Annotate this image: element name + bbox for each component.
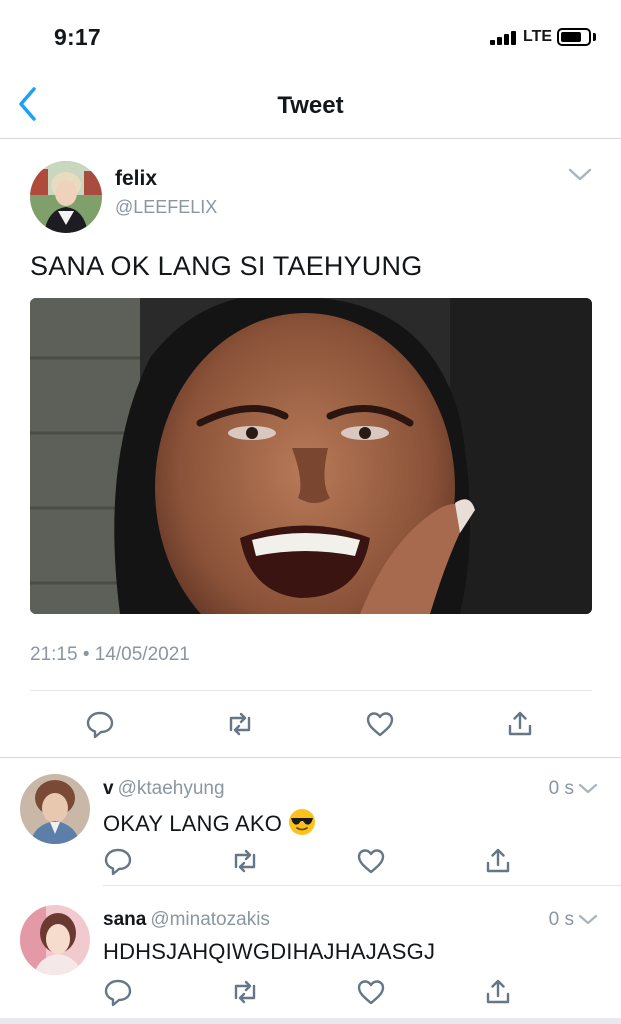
retweet-icon[interactable] xyxy=(223,707,257,741)
reply-time: 0 s xyxy=(548,778,574,799)
like-icon[interactable] xyxy=(363,707,397,741)
reply-text: OKAY LANG AKO xyxy=(103,808,316,837)
status-time: 9:17 xyxy=(54,24,101,50)
tweet-timestamp: 21:15 • 14/05/2021 xyxy=(30,644,190,665)
reply-author[interactable]: sana @minatozakis xyxy=(103,909,270,931)
retweet-icon[interactable] xyxy=(228,844,262,878)
reply-author-name: sana xyxy=(103,909,147,930)
status-bar: 9:17 LTE xyxy=(0,0,621,70)
reply-time: 0 s xyxy=(548,909,574,930)
author-name[interactable]: felix xyxy=(115,167,157,191)
reply-author-handle: @minatozakis xyxy=(150,909,270,930)
avatar[interactable] xyxy=(20,774,90,844)
avatar[interactable] xyxy=(20,905,90,975)
reply-author[interactable]: v @ktaehyung xyxy=(103,778,225,800)
bottom-strip xyxy=(0,1018,621,1024)
share-icon[interactable] xyxy=(481,975,515,1009)
avatar[interactable] xyxy=(30,161,102,233)
tweet-actions xyxy=(0,703,621,749)
reply-author-handle: @ktaehyung xyxy=(117,778,225,799)
like-icon[interactable] xyxy=(354,844,388,878)
reply-actions xyxy=(0,975,621,1015)
share-icon[interactable] xyxy=(503,707,537,741)
battery-icon xyxy=(557,28,591,46)
author-handle[interactable]: @LEEFELIX xyxy=(115,197,217,218)
share-icon[interactable] xyxy=(481,844,515,878)
chevron-down-icon[interactable] xyxy=(567,167,593,183)
divider xyxy=(30,690,592,691)
reply-icon[interactable] xyxy=(83,707,117,741)
reply-text: HDHSJAHQIWGDIHAJHAJASGJ xyxy=(103,939,436,964)
reply-item[interactable]: sana @minatozakis 0 s HDHSJAHQIWGDIHAJHAJ… xyxy=(0,889,621,1017)
tweet-image[interactable] xyxy=(30,298,592,614)
like-icon[interactable] xyxy=(354,975,388,1009)
tweet-text: SANA OK LANG SI TAEHYUNG xyxy=(30,251,423,281)
reply-actions xyxy=(0,844,621,884)
reply-icon[interactable] xyxy=(101,975,135,1009)
signal-icon xyxy=(490,31,516,45)
chevron-down-icon[interactable] xyxy=(577,913,599,927)
chevron-down-icon[interactable] xyxy=(577,782,599,796)
sunglasses-emoji xyxy=(288,808,316,836)
page-title: Tweet xyxy=(277,92,344,119)
divider xyxy=(103,885,621,886)
reply-text-content: OKAY LANG AKO xyxy=(103,811,283,836)
battery-tip xyxy=(593,33,596,41)
nav-bar: Tweet xyxy=(0,70,621,139)
reply-item[interactable]: v @ktaehyung 0 s OKAY LANG AKO xyxy=(0,758,621,886)
network-label: LTE xyxy=(523,28,553,45)
retweet-icon[interactable] xyxy=(228,975,262,1009)
reply-author-name: v xyxy=(103,778,114,799)
reply-icon[interactable] xyxy=(101,844,135,878)
